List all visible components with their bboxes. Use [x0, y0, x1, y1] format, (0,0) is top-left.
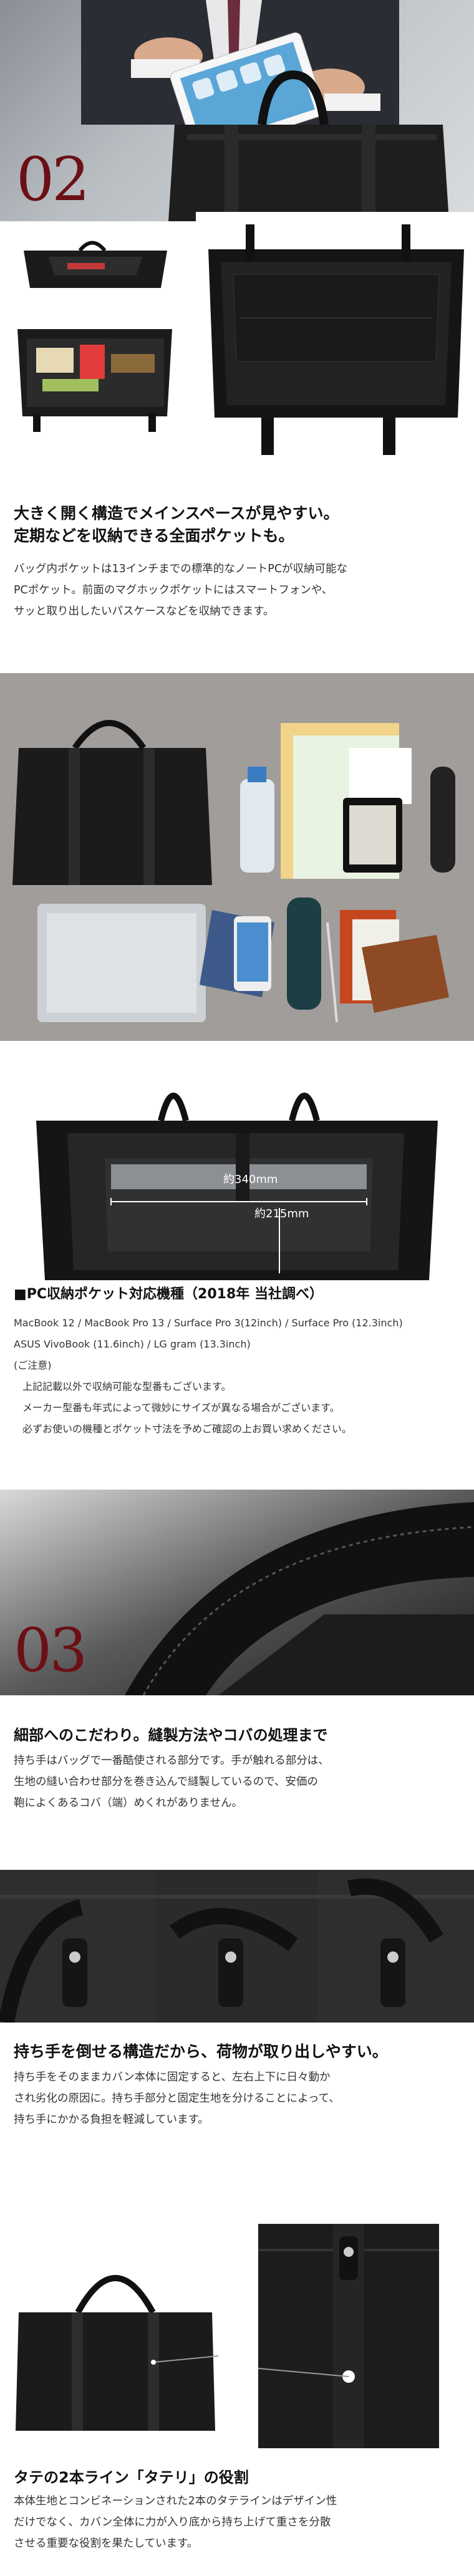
photo-bag-open-top-small	[11, 232, 178, 300]
photo-bag-front-tateri	[12, 2238, 218, 2443]
section-number-03: 03	[14, 1616, 87, 1685]
photo-contents-flat-lay	[0, 673, 474, 1041]
section02-heading: 大きく開く構造でメインスペースが見やすい。 定期などを収納できる全面ポケットも。	[14, 502, 339, 547]
tateri-body-line-2: だけでなく、カバン全体に力が入り底から持ち上げて重さを分散	[14, 2516, 331, 2529]
pc-models-list: MacBook 12 / MacBook Pro 13 / Surface Pr…	[14, 1313, 403, 1440]
handle-body-line-1: 持ち手をそのままカバン本体に固定すると、左右上下に日々動か	[14, 2071, 331, 2084]
handle-body-line-3: 持ち手にかかる負担を軽減しています。	[14, 2114, 209, 2126]
dimension-height-label: 約215mm	[254, 1207, 309, 1220]
section02-body: バッグ内ポケットは13インチまでの標準的なノートPCが収納可能な PCポケット。…	[14, 558, 347, 622]
handle-body: 持ち手をそのままカバン本体に固定すると、左右上下に日々動か され劣化の原因に。持…	[14, 2067, 340, 2130]
section03-body: 持ち手はバッグで一番酷使される部分です。手が触れる部分は、 生地の縫い合わせ部分…	[14, 1750, 329, 1814]
section03-body-line-2: 生地の縫い合わせ部分を巻き込んで縫製しているので、安価の	[14, 1776, 318, 1788]
section02-heading-line-1: 大きく開く構造でメインスペースが見やすい。	[14, 504, 339, 522]
pc-models-line-1: MacBook 12 / MacBook Pro 13 / Surface Pr…	[14, 1317, 403, 1329]
section03-body-line-1: 持ち手はバッグで一番酷使される部分です。手が触れる部分は、	[14, 1755, 329, 1767]
pc-note-line-2: メーカー型番も年式によって微妙にサイズが異なる場合がございます。	[22, 1402, 340, 1414]
tateri-body-line-1: 本体生地とコンビネーションされた2本のタテラインはデザイン性	[14, 2495, 337, 2507]
pc-note-title: (ご注意)	[14, 1359, 52, 1371]
section02-body-line-1: バッグ内ポケットは13インチまでの標準的なノートPCが収納可能な	[14, 563, 348, 575]
pc-pocket-title: ■PC収納ポケット対応機種（2018年 当社調べ）	[14, 1286, 323, 1302]
photo-bag-open-interior-large	[196, 212, 474, 461]
photo-tateri-closeup	[258, 2224, 439, 2448]
photo-pc-pocket-dimensions: 約340mm 約215mm	[30, 1065, 444, 1280]
tateri-body-line-3: させる重要な役割を果たしています。	[14, 2537, 198, 2550]
pc-models-line-2: ASUS VivoBook (11.6inch) / LG gram (13.3…	[14, 1338, 251, 1350]
pc-note-line-1: 上記記載以外で収納可能な型番もございます。	[22, 1381, 231, 1392]
section02-body-line-3: サッと取り出したいパスケースなどを収納できます。	[14, 605, 274, 618]
photo-handle-tilt-sequence	[0, 1870, 474, 2023]
tateri-body: 本体生地とコンビネーションされた2本のタテラインはデザイン性 だけでなく、カバン…	[14, 2491, 337, 2554]
pc-note-line-3: 必ずお使いの機種とポケット寸法を予めご確認の上お買い求めください。	[22, 1423, 352, 1435]
section03-body-line-3: 鞄によくあるコバ（端）めくれがありません。	[14, 1797, 243, 1809]
tateri-heading: タテの2本ライン「タテリ」の役割	[14, 2469, 249, 2486]
section03-heading: 細部へのこだわり。縫製方法やコバの処理まで	[14, 1726, 328, 1744]
section02-heading-line-2: 定期などを収納できる全面ポケットも。	[14, 527, 294, 545]
section-number-02: 02	[16, 145, 90, 214]
handle-heading: 持ち手を倒せる構造だから、荷物が取り出しやすい。	[14, 2042, 388, 2061]
photo-bag-open-items-small	[11, 310, 178, 435]
section02-body-line-2: PCポケット。前面のマグホックポケットにはスマートフォンや、	[14, 584, 333, 596]
handle-body-line-2: され劣化の原因に。持ち手部分と固定生地を分けることによって、	[14, 2092, 340, 2105]
dimension-width-label: 約340mm	[223, 1173, 278, 1186]
